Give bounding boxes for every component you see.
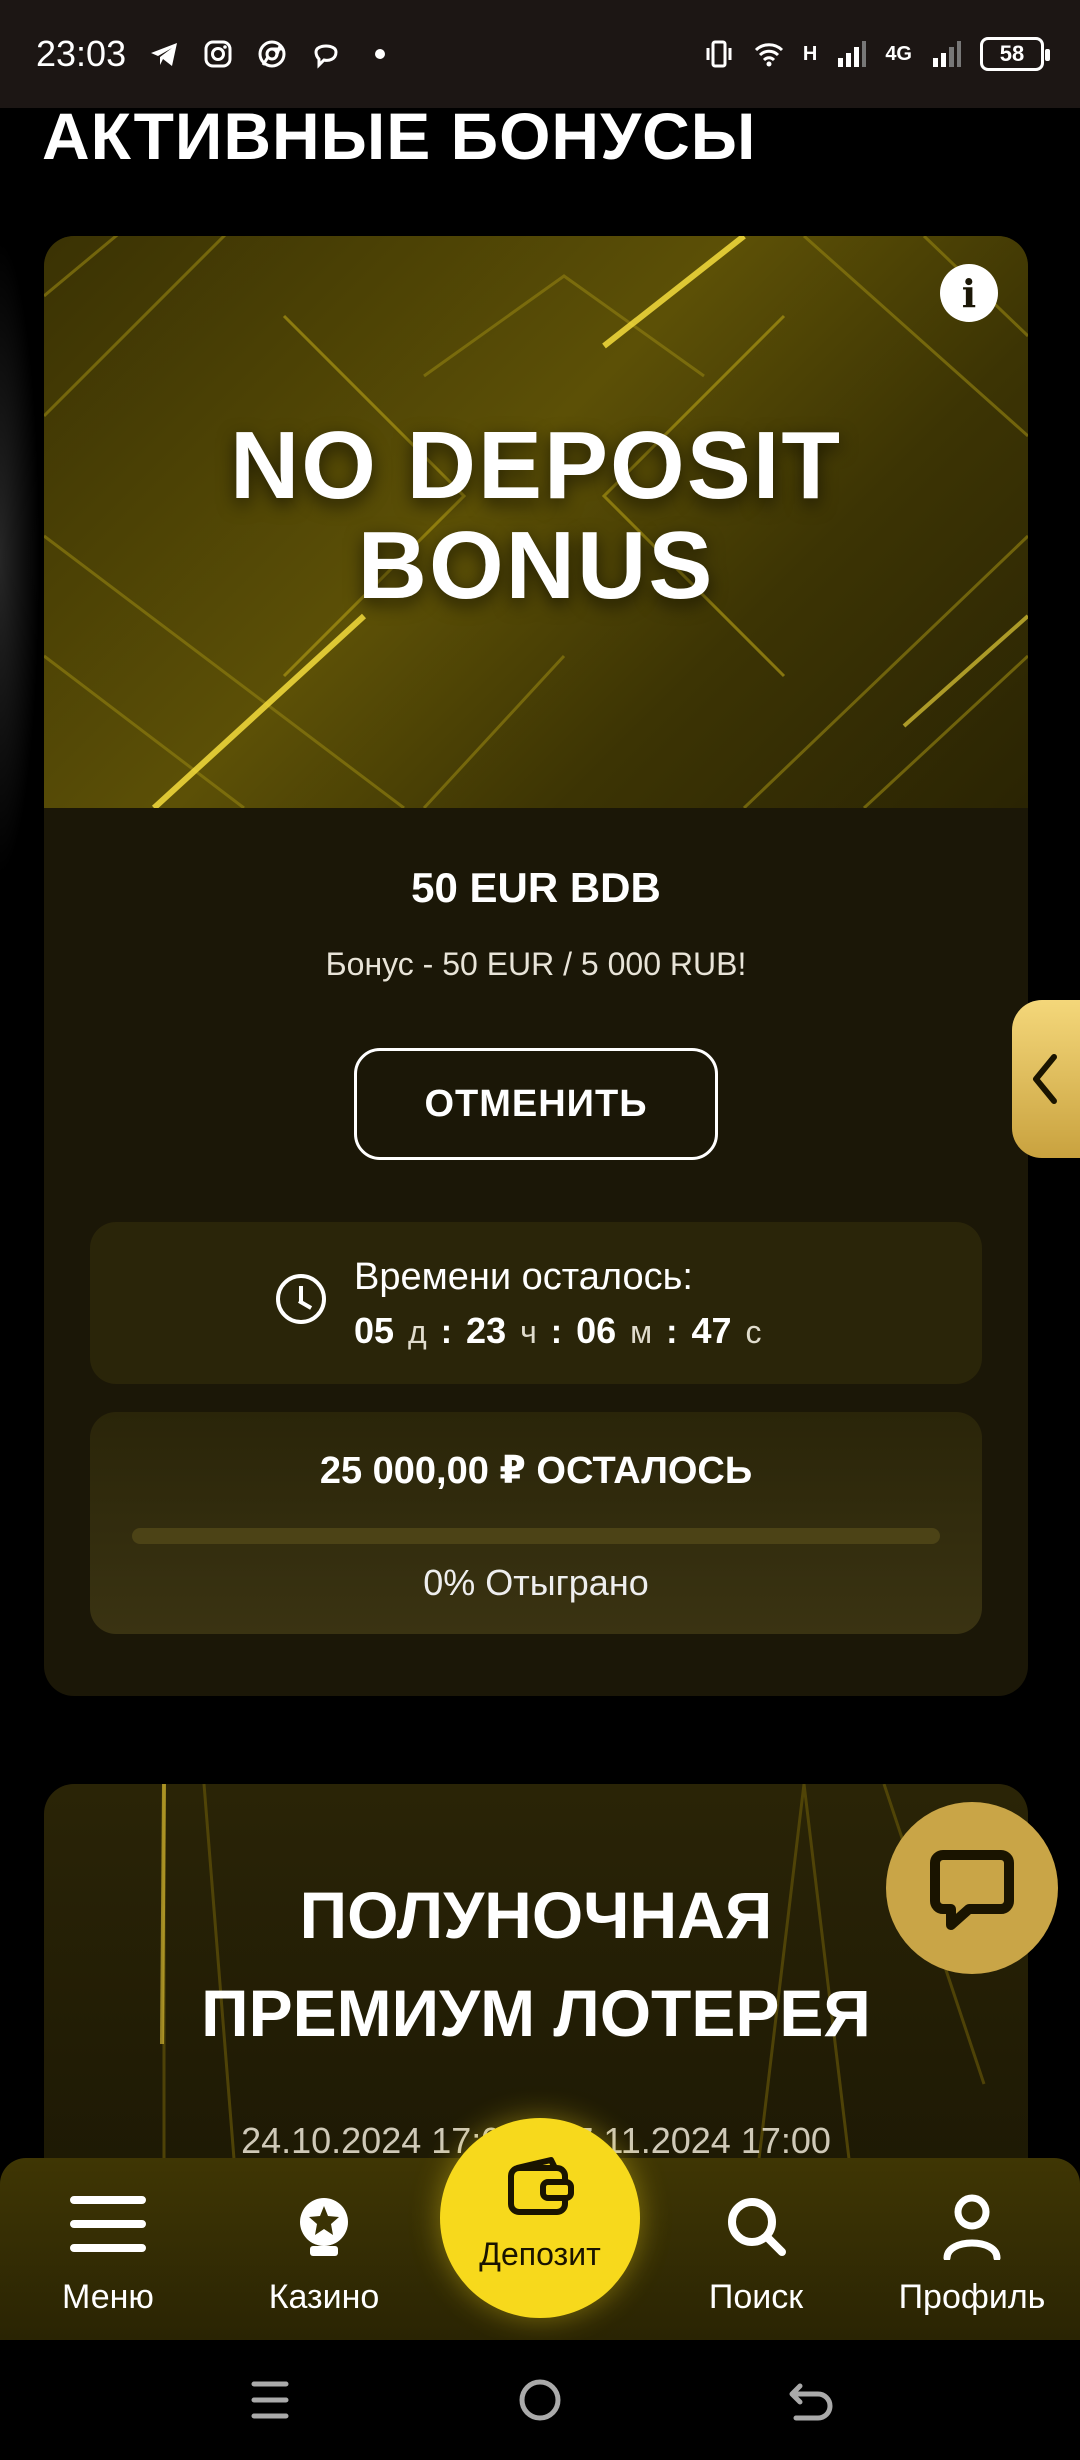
amount-remaining: 25 000,00 ₽ ОСТАЛОСЬ (319, 1450, 753, 1492)
bonus-description: Бонус - 50 EUR / 5 000 RUB! (325, 946, 747, 982)
chat-icon (930, 1850, 1014, 1930)
nav-profile-label: Профиль (898, 2278, 1046, 2316)
bonus-banner: NO DEPOSIT BONUS i (44, 236, 1028, 808)
wagering-progress-box: 25 000,00 ₽ ОСТАЛОСЬ 0% Отыграно (90, 1412, 982, 1634)
countdown: 05 д : 23 ч : 06 м : 47 с (354, 1310, 762, 1352)
time-remaining-label: Времени осталось: (354, 1256, 693, 1298)
countdown-seconds: 47 (691, 1310, 732, 1351)
telegram-icon (151, 43, 178, 66)
wifi-icon (754, 43, 783, 67)
casino-icon (300, 2198, 348, 2256)
nav-search-label: Поиск (708, 2278, 804, 2316)
info-icon: i (961, 270, 977, 316)
system-navigation-bar (0, 2340, 1080, 2460)
side-panel-toggle[interactable] (1012, 1000, 1080, 1158)
menu-icon (70, 2196, 146, 2252)
lottery-title-line-1: ПОЛУНОЧНАЯ (299, 1878, 773, 1952)
progress-bar (132, 1528, 940, 1544)
nav-search[interactable]: Поиск (656, 2158, 856, 2340)
recent-apps-icon[interactable] (240, 2370, 300, 2430)
nav-menu[interactable]: Меню (8, 2158, 208, 2340)
nav-casino[interactable]: Казино (224, 2158, 424, 2340)
signal-icon (838, 41, 867, 67)
nav-casino-label: Казино (268, 2278, 380, 2316)
status-bar: 23:03 H 4G 58 (0, 0, 1080, 108)
profile-icon (943, 2194, 1001, 2260)
chrome-icon (258, 40, 286, 68)
info-button[interactable]: i (940, 264, 998, 322)
viber-icon (314, 44, 338, 69)
chevron-left-icon (1033, 1054, 1057, 1104)
bonus-name: 50 EUR BDB (411, 864, 661, 911)
signal-2-icon (933, 41, 961, 67)
chat-button[interactable] (886, 1802, 1058, 1974)
time-remaining-box: Времени осталось: 05 д : 23 ч : 06 м : 4… (90, 1222, 982, 1384)
banner-title-line-2: BONUS (357, 512, 715, 619)
lottery-card[interactable]: ПОЛУНОЧНАЯ ПРЕМИУМ ЛОТЕРЕЯ 24.10.2024 17… (44, 1784, 1028, 2160)
status-time: 23:03 (36, 33, 127, 74)
dot-icon (375, 49, 386, 59)
page-title: АКТИВНЫЕ БОНУСЫ (42, 108, 757, 173)
instagram-icon (204, 40, 232, 68)
lottery-title: ПОЛУНОЧНАЯ ПРЕМИУМ ЛОТЕРЕЯ (44, 1866, 1028, 2062)
banner-title-line-1: NO DEPOSIT (229, 412, 843, 519)
network-4g-label: 4G (885, 42, 912, 65)
countdown-days: 05 (354, 1310, 395, 1351)
network-h-label: H (802, 42, 818, 65)
banner-title: NO DEPOSIT BONUS (44, 416, 1028, 616)
percent-played: 0% Отыграно (423, 1562, 649, 1603)
nav-menu-label: Меню (62, 2278, 154, 2316)
countdown-separator: : (666, 1313, 678, 1351)
bonus-card: NO DEPOSIT BONUS i 50 EUR BDB Бонус - 50… (44, 236, 1028, 1696)
countdown-seconds-unit: с (745, 1314, 762, 1350)
countdown-days-unit: д (408, 1314, 427, 1350)
cancel-bonus-button[interactable]: ОТМЕНИТЬ (354, 1048, 718, 1160)
countdown-minutes-unit: м (630, 1314, 653, 1350)
battery-indicator: 58 (980, 37, 1050, 71)
countdown-separator: : (550, 1313, 563, 1351)
countdown-hours: 23 (466, 1310, 507, 1351)
search-icon (728, 2198, 786, 2256)
background-glow (0, 238, 40, 878)
deposit-button[interactable]: Депозит (440, 2118, 640, 2318)
wallet-icon (508, 2157, 574, 2215)
countdown-separator: : (440, 1313, 453, 1351)
countdown-minutes: 06 (576, 1310, 617, 1351)
home-icon[interactable] (510, 2370, 570, 2430)
clock-icon (276, 1274, 326, 1324)
vibrate-icon (706, 40, 732, 68)
deposit-label: Депозит (479, 2236, 601, 2272)
nav-profile[interactable]: Профиль (872, 2158, 1072, 2340)
countdown-hours-unit: ч (520, 1314, 537, 1350)
back-icon[interactable] (780, 2370, 840, 2430)
lottery-title-line-2: ПРЕМИУМ ЛОТЕРЕЯ (201, 1976, 871, 2050)
